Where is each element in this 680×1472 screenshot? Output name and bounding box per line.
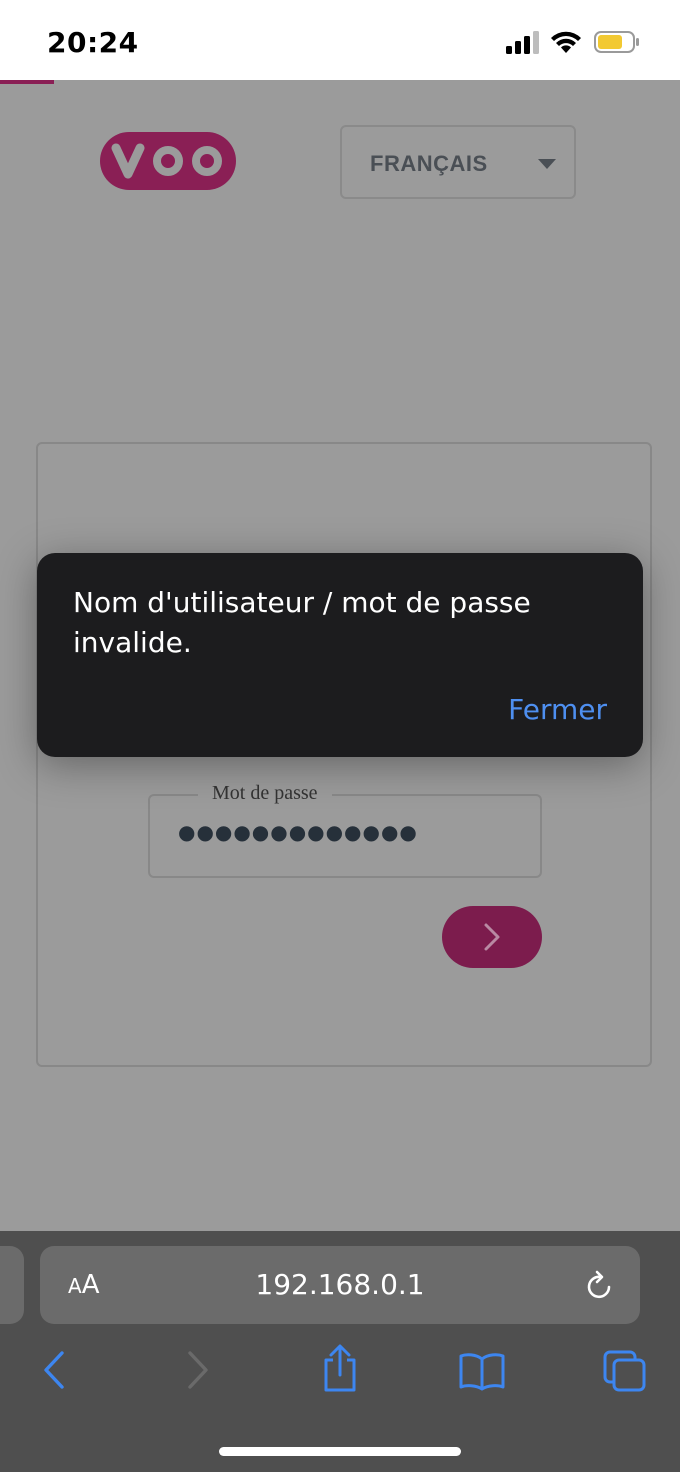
back-icon[interactable]	[38, 1349, 68, 1391]
dialog-message: Nom d'utilisateur / mot de passe invalid…	[73, 586, 531, 659]
language-select[interactable]: FRANÇAIS	[340, 125, 576, 199]
previous-tab[interactable]	[0, 1246, 24, 1324]
status-bar: 20:24	[0, 0, 680, 80]
signal-icon	[506, 31, 539, 54]
browser-toolbar: AA 192.168.0.1	[0, 1231, 680, 1472]
alert-dialog: Nom d'utilisateur / mot de passe invalid…	[37, 553, 643, 757]
close-button[interactable]: Fermer	[508, 693, 607, 726]
address-bar[interactable]: AA 192.168.0.1	[40, 1246, 640, 1324]
submit-button[interactable]	[442, 906, 542, 968]
url-text: 192.168.0.1	[255, 1268, 425, 1301]
voo-logo-icon	[100, 132, 236, 190]
caret-down-icon	[538, 159, 556, 169]
language-select-value: FRANÇAIS	[370, 151, 488, 176]
wifi-icon	[551, 31, 581, 53]
password-label: Mot de passe	[198, 782, 332, 805]
share-icon[interactable]	[320, 1343, 360, 1393]
reload-icon[interactable]	[584, 1268, 616, 1302]
accent-strip	[0, 80, 54, 84]
forward-icon[interactable]	[184, 1349, 214, 1391]
status-time: 20:24	[47, 26, 139, 59]
battery-icon	[594, 31, 639, 53]
chevron-right-icon	[484, 923, 500, 951]
password-value: ●●●●●●●●●●●●●	[178, 820, 418, 844]
home-indicator	[219, 1447, 461, 1456]
password-field[interactable]: Mot de passe ●●●●●●●●●●●●●	[148, 782, 542, 878]
tabs-icon[interactable]	[602, 1349, 648, 1393]
bookmarks-icon[interactable]	[458, 1351, 506, 1391]
